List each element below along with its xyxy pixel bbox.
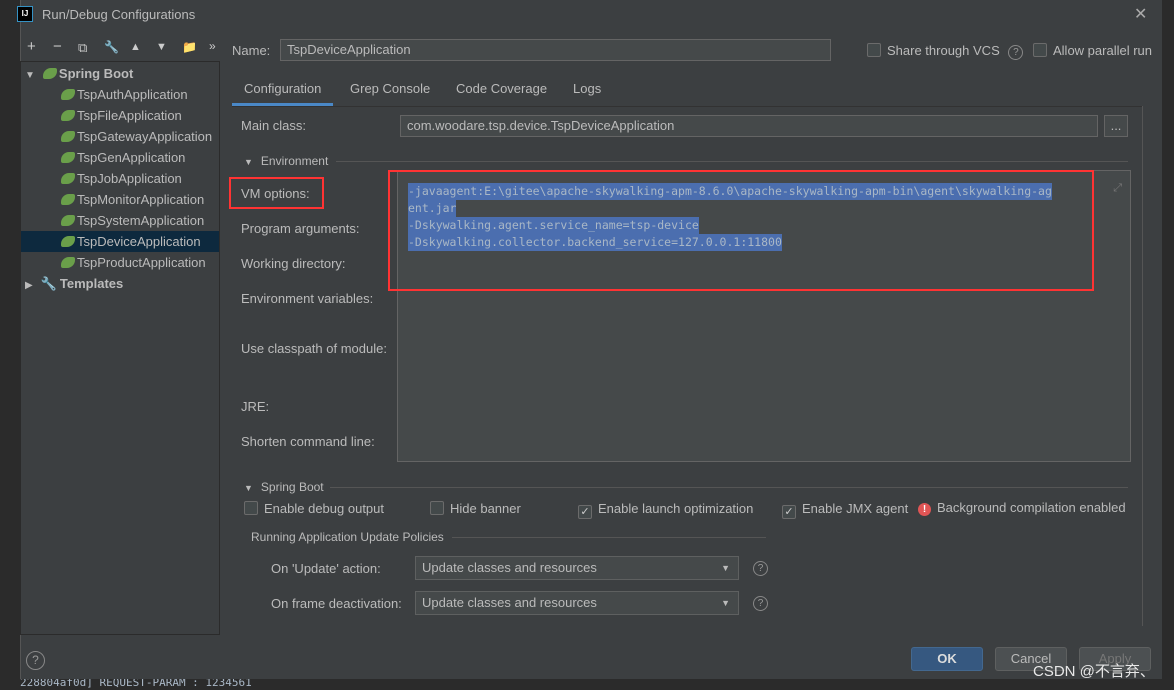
checkbox-icon [1033, 43, 1047, 57]
environment-section[interactable]: ▼ Environment [244, 154, 328, 168]
spring-boot-icon [42, 68, 57, 79]
tab-logs[interactable]: Logs [573, 80, 601, 106]
chevron-down-icon: ▼ [721, 563, 730, 573]
jmx-agent-checkbox[interactable]: ✓ Enable JMX agent [782, 501, 908, 519]
intellij-icon: IJ [17, 6, 33, 22]
spring-app-icon [61, 110, 75, 121]
tree-item[interactable]: TspAuthApplication [61, 84, 188, 105]
on-frame-label: On frame deactivation: [271, 596, 402, 611]
spring-app-icon [61, 257, 75, 268]
working-directory-label: Working directory: [241, 256, 346, 271]
shorten-command-line-label: Shorten command line: [241, 434, 375, 449]
program-arguments-label: Program arguments: [241, 221, 360, 236]
tree-item[interactable]: TspJobApplication [61, 168, 182, 189]
tree-item[interactable]: TspMonitorApplication [61, 189, 204, 210]
help-icon[interactable]: ? [1008, 45, 1024, 60]
main-class-label: Main class: [241, 118, 307, 133]
name-input[interactable]: TspDeviceApplication [280, 39, 831, 61]
tree-item[interactable]: TspProductApplication [61, 252, 206, 273]
tree-item-selected[interactable]: TspDeviceApplication [21, 231, 219, 252]
on-update-label: On 'Update' action: [271, 561, 381, 576]
share-vcs-checkbox[interactable]: Share through VCS ? [867, 43, 1024, 60]
error-icon: ! [918, 503, 931, 516]
chevron-down-icon: ▼ [721, 598, 730, 608]
wrench-icon[interactable]: 🔧 [104, 40, 119, 54]
help-icon[interactable]: ? [753, 561, 768, 576]
wrench-icon: 🔧 [40, 276, 57, 291]
add-icon[interactable]: + [27, 38, 36, 55]
environment-variables-label: Environment variables: [241, 291, 374, 306]
tree-group-templates[interactable]: ▶ 🔧 Templates [25, 273, 123, 294]
launch-optimization-checkbox[interactable]: ✓ Enable launch optimization [578, 501, 753, 519]
main-class-input[interactable]: com.woodare.tsp.device.TspDeviceApplicat… [400, 115, 1098, 137]
on-update-dropdown[interactable]: Update classes and resources ▼ [415, 556, 739, 580]
checkmark-icon: ✓ [782, 505, 796, 519]
remove-icon[interactable]: − [53, 38, 62, 55]
checkbox-icon [867, 43, 881, 57]
spring-app-icon [61, 152, 75, 163]
move-up-icon[interactable]: ▲ [130, 41, 141, 53]
highlight-box-label [229, 177, 324, 209]
help-button[interactable]: ? [26, 651, 45, 670]
ok-button[interactable]: OK [911, 647, 983, 671]
checkbox-icon [430, 501, 444, 515]
config-tree: ▼ Spring Boot TspAuthApplication TspFileA… [20, 61, 220, 635]
spring-app-icon [61, 131, 75, 142]
debug-output-checkbox[interactable]: Enable debug output [244, 501, 384, 516]
highlight-box-vm-options [388, 170, 1094, 291]
classpath-module-label: Use classpath of module: [241, 341, 387, 356]
expand-icon[interactable]: ⤢ [1113, 181, 1122, 195]
more-icon[interactable]: » [209, 39, 216, 53]
checkbox-icon [244, 501, 258, 515]
folder-add-icon[interactable]: 📁 [182, 40, 197, 54]
allow-parallel-checkbox[interactable]: Allow parallel run [1033, 43, 1152, 58]
tree-item[interactable]: TspSystemApplication [61, 210, 204, 231]
window-title: Run/Debug Configurations [42, 7, 196, 22]
background-compilation-warning: ! Background compilation enabled [918, 500, 1126, 516]
tab-grep-console[interactable]: Grep Console [350, 80, 430, 106]
tree-item[interactable]: TspFileApplication [61, 105, 182, 126]
expand-arrow-icon: ▼ [25, 70, 35, 81]
help-icon[interactable]: ? [753, 596, 768, 611]
tree-item[interactable]: TspGatewayApplication [61, 126, 212, 147]
tab-code-coverage[interactable]: Code Coverage [456, 80, 547, 106]
spring-app-icon [61, 89, 75, 100]
spring-app-icon [61, 236, 75, 247]
collapsed-arrow-icon: ▶ [25, 280, 33, 291]
move-down-icon[interactable]: ▼ [156, 41, 167, 53]
checkmark-icon: ✓ [578, 505, 592, 519]
spring-app-icon [61, 215, 75, 226]
jre-label: JRE: [241, 399, 270, 414]
collapse-arrow-icon: ▼ [244, 483, 253, 493]
spring-app-icon [61, 173, 75, 184]
tab-configuration[interactable]: Configuration [232, 80, 334, 106]
spring-app-icon [61, 194, 75, 205]
name-label: Name: [232, 43, 271, 58]
collapse-arrow-icon: ▼ [244, 157, 253, 167]
close-icon[interactable]: ✕ [1134, 4, 1147, 24]
copy-icon[interactable]: ⧉ [78, 40, 87, 56]
spring-boot-section[interactable]: ▼ Spring Boot [244, 480, 324, 494]
update-policies-heading: Running Application Update Policies [251, 530, 444, 544]
csdn-watermark: CSDN @不言弃、 [1033, 663, 1155, 680]
tree-group-spring-boot[interactable]: ▼ Spring Boot [25, 63, 133, 84]
browse-button[interactable]: ... [1104, 115, 1128, 137]
tree-item[interactable]: TspGenApplication [61, 147, 185, 168]
on-frame-dropdown[interactable]: Update classes and resources ▼ [415, 591, 739, 615]
hide-banner-checkbox[interactable]: Hide banner [430, 501, 521, 516]
background-log-line: 228804af0d] REQUEST-PARAM : 1234561 [0, 679, 1174, 690]
